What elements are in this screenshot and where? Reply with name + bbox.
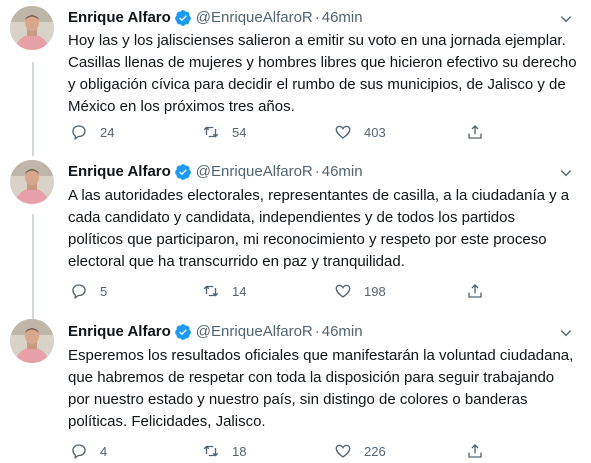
like-count: 226 [364,443,386,459]
thread-connector-line [32,62,34,156]
tweet-actions: 24 54 403 [70,121,500,143]
separator-dot: · [314,323,320,340]
tweet-text: A las autoridades electorales, represent… [68,187,570,270]
reply-button[interactable]: 4 [70,442,202,460]
reply-icon [70,282,88,300]
timestamp[interactable]: 46min [322,162,363,182]
heart-icon [334,123,352,141]
chevron-down-icon[interactable] [555,162,577,184]
tweet-thread: Enrique Alfaro @EnriqueAlfaroR · 46min H… [0,0,591,463]
tweet-header: Enrique Alfaro @EnriqueAlfaroR · 46min [68,162,363,182]
share-icon [466,123,484,141]
verified-badge-icon [174,9,192,27]
chevron-down-icon[interactable] [555,322,577,344]
retweet-count: 54 [232,124,247,140]
tweet-header: Enrique Alfaro @EnriqueAlfaroR · 46min [68,8,363,28]
tweet-actions: 5 14 198 [70,280,500,302]
like-button[interactable]: 198 [334,282,466,300]
author-handle[interactable]: @EnriqueAlfaroR [196,8,313,28]
timestamp[interactable]: 46min [322,8,363,28]
separator-dot: · [314,163,320,180]
retweet-button[interactable]: 14 [202,282,334,300]
reply-count: 5 [100,283,108,299]
retweet-count: 14 [232,283,247,299]
tweet-text: Hoy las y los jaliscienses salieron a em… [68,32,577,115]
verified-badge-icon [174,323,192,341]
share-button[interactable] [466,123,496,141]
retweet-icon [202,442,220,460]
share-button[interactable] [466,442,496,460]
tweet[interactable]: Enrique Alfaro @EnriqueAlfaroR · 46min A… [0,152,591,320]
reply-icon [70,123,88,141]
author-handle[interactable]: @EnriqueAlfaroR [196,162,313,182]
avatar[interactable] [10,160,54,204]
author-handle[interactable]: @EnriqueAlfaroR [196,322,313,342]
author-name[interactable]: Enrique Alfaro [68,322,171,342]
retweet-button[interactable]: 18 [202,442,334,460]
share-icon [466,282,484,300]
reply-button[interactable]: 5 [70,282,202,300]
author-name[interactable]: Enrique Alfaro [68,162,171,182]
heart-icon [334,442,352,460]
reply-button[interactable]: 24 [70,123,202,141]
separator-dot: · [314,9,320,26]
timestamp[interactable]: 46min [322,322,363,342]
avatar[interactable] [10,319,54,363]
tweet-text: Esperemos los resultados oficiales que m… [68,347,574,430]
reply-count: 4 [100,443,108,459]
tweet-header: Enrique Alfaro @EnriqueAlfaroR · 46min [68,322,363,342]
heart-icon [334,282,352,300]
chevron-down-icon[interactable] [555,8,577,30]
tweet[interactable]: Enrique Alfaro @EnriqueAlfaroR · 46min E… [0,305,591,463]
share-icon [466,442,484,460]
retweet-button[interactable]: 54 [202,123,334,141]
verified-badge-icon [174,163,192,181]
like-count: 198 [364,283,386,299]
share-button[interactable] [466,282,496,300]
author-name[interactable]: Enrique Alfaro [68,8,171,28]
retweet-count: 18 [232,443,247,459]
retweet-icon [202,123,220,141]
reply-count: 24 [100,124,115,140]
retweet-icon [202,282,220,300]
like-count: 403 [364,124,386,140]
reply-icon [70,442,88,460]
like-button[interactable]: 226 [334,442,466,460]
avatar[interactable] [10,6,54,50]
tweet-actions: 4 18 226 [70,440,500,462]
like-button[interactable]: 403 [334,123,466,141]
tweet[interactable]: Enrique Alfaro @EnriqueAlfaroR · 46min H… [0,0,591,156]
